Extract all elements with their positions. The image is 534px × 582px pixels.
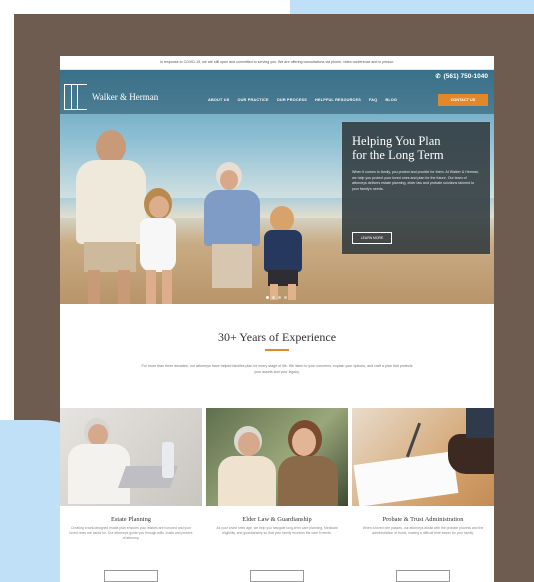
slider-dot[interactable]	[272, 296, 275, 299]
slider-dot[interactable]	[278, 296, 281, 299]
logo-mark-icon	[64, 84, 87, 110]
card-body: When a loved one passes, our attorneys a…	[362, 526, 484, 536]
card-button[interactable]	[104, 570, 158, 582]
section-accent-line	[265, 349, 289, 351]
learn-more-button[interactable]: LEARN MORE	[352, 232, 392, 244]
website: In response to COVID-19, we are still op…	[60, 56, 494, 582]
phone-number-text: (561) 750-1040	[443, 73, 488, 80]
logo-text: Walker & Herman	[92, 92, 159, 102]
nav-item-faq[interactable]: FAQ	[369, 98, 377, 102]
nav-item-practice[interactable]: OUR PRACTICE	[237, 98, 268, 102]
card-button[interactable]	[250, 570, 304, 582]
service-card-elder-law[interactable]: Elder Law & Guardianship As your loved o…	[206, 408, 348, 582]
card-image	[352, 408, 494, 506]
card-image	[206, 408, 348, 506]
nav-item-blog[interactable]: BLOG	[385, 98, 397, 102]
card-body: As your loved ones age, we help you navi…	[216, 526, 338, 536]
phone-number[interactable]: ✆ (561) 750-1040	[436, 73, 488, 80]
slider-dot[interactable]	[284, 296, 287, 299]
hero-boy	[256, 206, 310, 302]
section-intro: For more than three decades, our attorne…	[141, 364, 413, 374]
nav-item-resources[interactable]: HELPFUL RESOURCES	[315, 98, 361, 102]
hero-slider-dots	[266, 296, 287, 299]
card-image	[60, 408, 202, 506]
slider-dot[interactable]	[266, 296, 269, 299]
hero-title-line-1: Helping You Plan	[352, 134, 441, 148]
hero-title: Helping You Plan for the Long Term	[352, 134, 444, 162]
section-title: 30+ Years of Experience	[217, 330, 337, 344]
card-title: Elder Law & Guardianship	[242, 516, 312, 523]
card-title: Probate & Trust Administration	[382, 516, 464, 523]
service-card-probate[interactable]: Probate & Trust Administration When a lo…	[352, 408, 494, 582]
hero-section: Walker & Herman ✆ (561) 750-1040 ABOUT US…	[60, 70, 494, 304]
card-title: Estate Planning	[111, 516, 151, 523]
card-button[interactable]	[396, 570, 450, 582]
hero-callout: Helping You Plan for the Long Term When …	[342, 122, 490, 254]
phone-icon: ✆	[435, 74, 441, 80]
contact-us-button[interactable]: CONTACT US	[438, 94, 488, 106]
hero-girl	[122, 188, 196, 304]
hero-title-line-2: for the Long Term	[352, 148, 444, 162]
site-header: Walker & Herman ✆ (561) 750-1040 ABOUT US…	[60, 70, 494, 114]
nav-item-about[interactable]: ABOUT US	[208, 98, 229, 102]
hero-body: When it comes to family, you protect and…	[352, 170, 480, 191]
covid-notice-bar: In response to COVID-19, we are still op…	[60, 56, 494, 70]
card-body: Creating a well-designed estate plan ens…	[69, 526, 193, 541]
main-navigation: ABOUT US OUR PRACTICE OUR PROCESS HELPFU…	[208, 98, 397, 102]
service-card-estate-planning[interactable]: Estate Planning Creating a well-designed…	[60, 408, 202, 582]
site-logo[interactable]: Walker & Herman	[64, 84, 158, 110]
nav-item-process[interactable]: OUR PROCESS	[277, 98, 307, 102]
